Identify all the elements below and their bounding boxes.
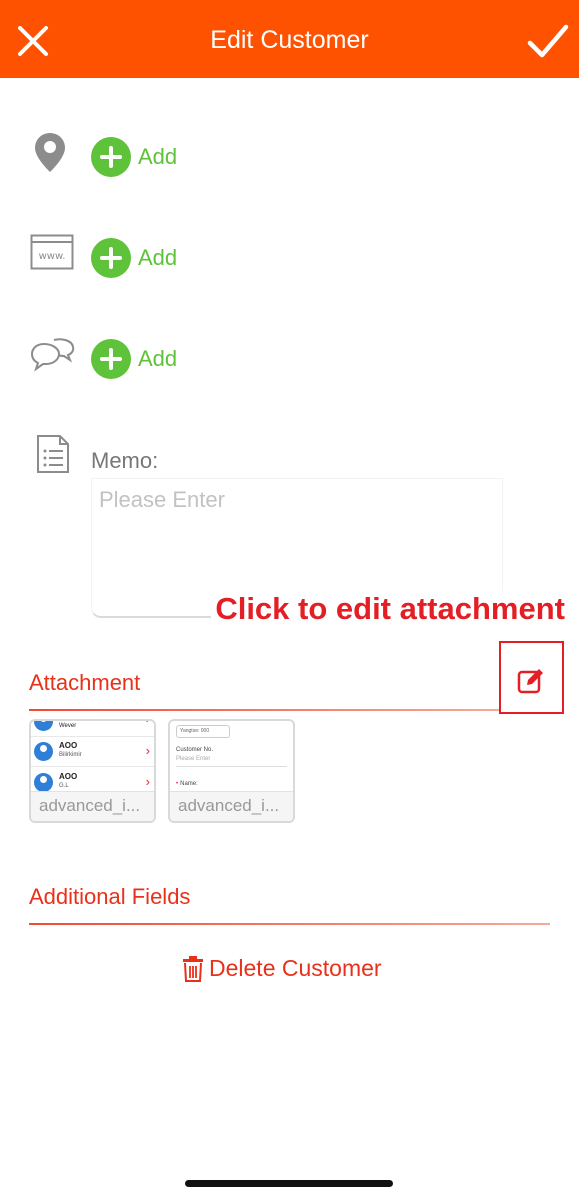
preview-row: AOO Bilirkimir ›	[31, 737, 154, 767]
edit-icon	[517, 669, 543, 694]
additional-fields-title: Additional Fields	[29, 884, 191, 909]
avatar-icon	[34, 721, 53, 731]
edit-attachment-callout: Click to edit attachment	[211, 591, 565, 627]
add-address-button[interactable]: Add	[91, 137, 177, 177]
preview-row: AOO G.L ›	[31, 768, 154, 793]
address-row: Add	[0, 128, 579, 188]
attachment-thumbnail[interactable]: Wever › AOO Bilirkimir › AOO G.L › advan…	[29, 719, 156, 823]
attachment-preview: Yangtse: 000 Customer No. Please Enter •…	[170, 721, 293, 793]
add-social-button[interactable]: Add	[91, 339, 177, 379]
add-website-button[interactable]: Add	[91, 238, 177, 278]
attachment-filename: advanced_i...	[31, 791, 154, 821]
location-pin-icon	[35, 133, 65, 172]
social-row: Add	[0, 330, 579, 390]
home-indicator[interactable]	[185, 1180, 393, 1187]
preview-row: Wever ›	[31, 721, 154, 737]
website-row: www. Add	[0, 229, 579, 289]
plus-circle-icon	[91, 137, 131, 177]
attachment-thumbnail[interactable]: Yangtse: 000 Customer No. Please Enter •…	[168, 719, 295, 823]
attachment-title: Attachment	[29, 670, 141, 695]
page-title: Edit Customer	[210, 26, 369, 54]
chat-bubbles-icon	[30, 338, 75, 372]
website-icon: www.	[30, 234, 74, 270]
add-label: Add	[138, 346, 178, 371]
additional-fields-divider	[29, 923, 550, 925]
svg-text:www.: www.	[39, 251, 66, 262]
avatar-icon	[34, 742, 53, 761]
app-header: Edit Customer	[0, 0, 579, 78]
preview-form: Yangtse: 000 Customer No. Please Enter •…	[176, 725, 287, 787]
add-label: Add	[138, 144, 178, 169]
trash-icon	[183, 955, 203, 982]
memo-label: Memo:	[91, 448, 159, 473]
checkmark-icon[interactable]	[527, 22, 569, 62]
plus-circle-icon	[91, 339, 131, 379]
plus-circle-icon	[91, 238, 131, 278]
attachment-filename: advanced_i...	[170, 791, 293, 821]
delete-customer-label: Delete Customer	[209, 955, 382, 981]
edit-attachment-button[interactable]	[499, 641, 564, 714]
avatar-icon	[34, 773, 53, 792]
document-list-icon	[37, 435, 69, 473]
delete-customer-button[interactable]: Delete Customer	[182, 955, 382, 982]
add-label: Add	[138, 245, 178, 270]
attachment-divider	[29, 709, 499, 711]
attachment-preview: Wever › AOO Bilirkimir › AOO G.L ›	[31, 721, 154, 793]
